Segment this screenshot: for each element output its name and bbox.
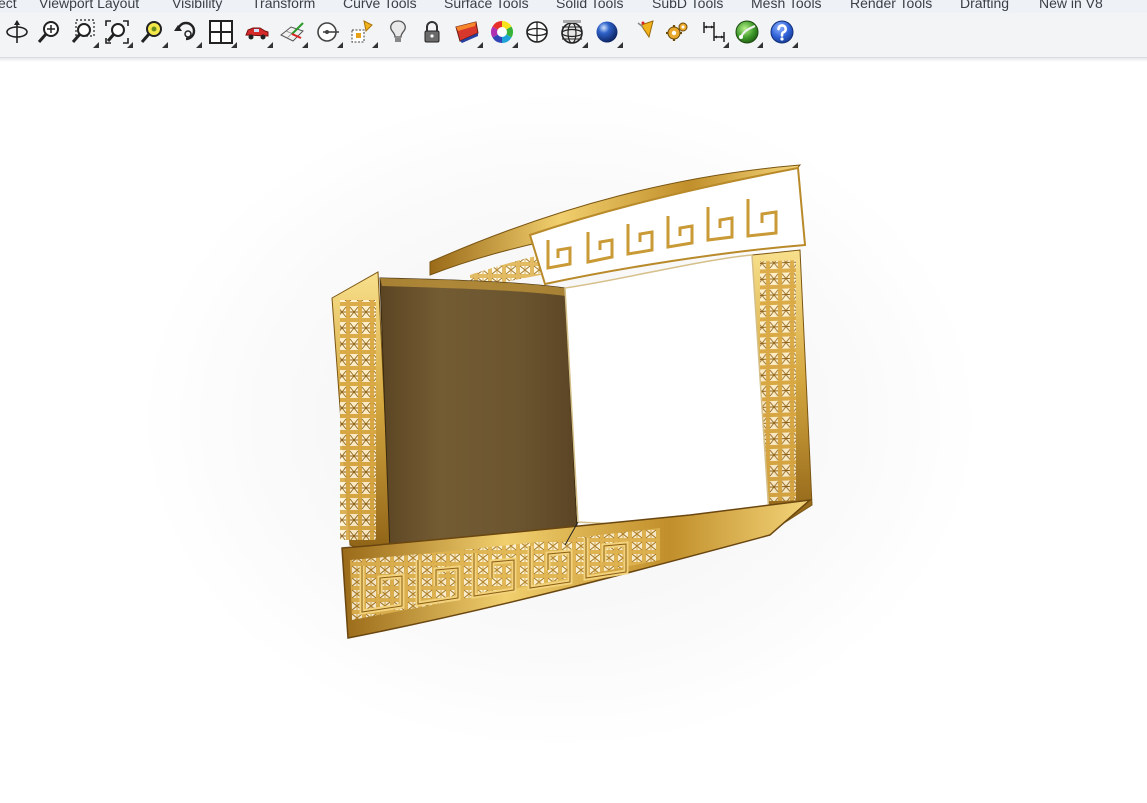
wireframe-sphere-icon[interactable] — [521, 16, 553, 48]
flyout-arrow-icon[interactable] — [477, 42, 483, 48]
flyout-arrow-icon[interactable] — [792, 42, 798, 48]
color-wheel-icon[interactable] — [486, 16, 518, 48]
construction-plane-icon[interactable] — [276, 16, 308, 48]
tab-solid-tools[interactable]: Solid Tools — [556, 0, 623, 11]
undo-view-icon[interactable] — [170, 16, 202, 48]
tab-surface-tools[interactable]: Surface Tools — [444, 0, 529, 11]
tab-curve-tools[interactable]: Curve Tools — [343, 0, 417, 11]
named-views-icon[interactable] — [241, 16, 273, 48]
tab-select[interactable]: ect — [0, 0, 17, 11]
tab-visibility[interactable]: Visibility — [172, 0, 222, 11]
mesh-sphere-icon[interactable] — [556, 16, 588, 48]
flyout-arrow-icon[interactable] — [196, 42, 202, 48]
flyout-arrow-icon[interactable] — [617, 42, 623, 48]
settings-gear-icon[interactable] — [661, 16, 693, 48]
rotate-view-icon[interactable] — [1, 16, 33, 48]
osnap-point-icon[interactable] — [311, 16, 343, 48]
zoom-extents-icon[interactable] — [101, 16, 133, 48]
surface-analysis-icon[interactable] — [451, 16, 483, 48]
flyout-arrow-icon[interactable] — [757, 42, 763, 48]
zoom-dynamic-icon[interactable] — [33, 16, 65, 48]
dimension-icon[interactable] — [697, 16, 729, 48]
light-bulb-icon[interactable] — [382, 16, 414, 48]
flyout-arrow-icon[interactable] — [231, 42, 237, 48]
flyout-arrow-icon[interactable] — [127, 42, 133, 48]
tab-mesh-tools[interactable]: Mesh Tools — [751, 0, 822, 11]
toolbar — [0, 13, 1147, 58]
flyout-arrow-icon[interactable] — [302, 42, 308, 48]
help-icon[interactable] — [766, 16, 798, 48]
perspective-viewport[interactable] — [0, 62, 1147, 803]
flyout-arrow-icon[interactable] — [162, 42, 168, 48]
flyout-arrow-icon[interactable] — [512, 42, 518, 48]
flyout-arrow-icon[interactable] — [723, 42, 729, 48]
globe-icon[interactable] — [731, 16, 763, 48]
flyout-arrow-icon[interactable] — [93, 42, 99, 48]
lock-icon[interactable] — [416, 16, 448, 48]
zoom-window-icon[interactable] — [67, 16, 99, 48]
tab-render-tools[interactable]: Render Tools — [850, 0, 932, 11]
gumball-icon[interactable] — [346, 16, 378, 48]
tab-transform[interactable]: Transform — [252, 0, 315, 11]
tab-subd-tools[interactable]: SubD Tools — [652, 0, 723, 11]
tab-viewport-layout[interactable]: Viewport Layout — [39, 0, 139, 11]
tab-new-in-v8[interactable]: New in V8 — [1039, 0, 1103, 11]
tab-drafting[interactable]: Drafting — [960, 0, 1009, 11]
flyout-arrow-icon[interactable] — [267, 42, 273, 48]
flyout-arrow-icon[interactable] — [337, 42, 343, 48]
rendered-model — [140, 90, 980, 750]
zoom-selected-icon[interactable] — [136, 16, 168, 48]
flyout-arrow-icon[interactable] — [372, 42, 378, 48]
render-sphere-icon[interactable] — [591, 16, 623, 48]
four-viewports-icon[interactable] — [205, 16, 237, 48]
flyout-arrow-icon[interactable] — [582, 42, 588, 48]
render-tools-icon[interactable] — [632, 16, 664, 48]
ribbon-tabs: ect Viewport Layout Visibility Transform… — [0, 0, 1147, 13]
